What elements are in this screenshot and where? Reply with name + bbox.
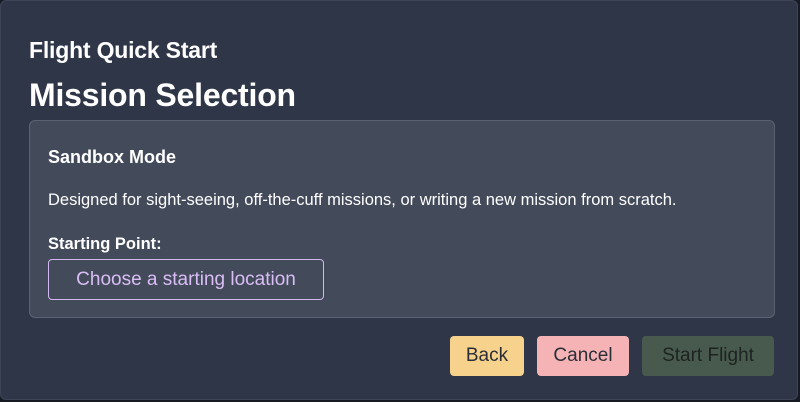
mode-description: Designed for sight-seeing, off-the-cuff … (48, 191, 677, 209)
sandbox-mode-card: Sandbox Mode Designed for sight-seeing, … (29, 120, 775, 318)
start-flight-button[interactable]: Start Flight (642, 336, 774, 376)
choose-starting-location-button[interactable]: Choose a starting location (48, 259, 324, 300)
mission-selection-dialog: Flight Quick Start Mission Selection San… (0, 0, 798, 400)
back-button[interactable]: Back (450, 336, 524, 376)
mode-name: Sandbox Mode (48, 147, 177, 167)
dialog-subtitle: Flight Quick Start (29, 37, 218, 63)
cancel-button[interactable]: Cancel (537, 336, 629, 376)
page-title: Mission Selection (29, 77, 296, 113)
starting-point-label: Starting Point: (48, 235, 162, 253)
